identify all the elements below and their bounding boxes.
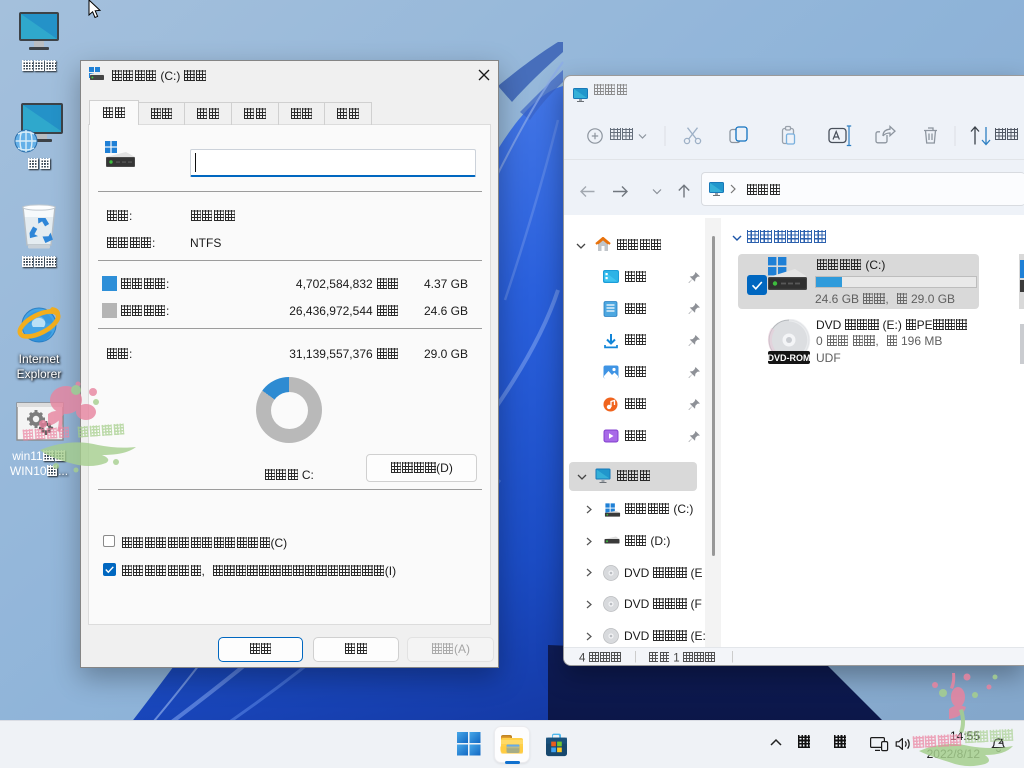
svg-text:DVD-ROM: DVD-ROM [768, 353, 811, 363]
